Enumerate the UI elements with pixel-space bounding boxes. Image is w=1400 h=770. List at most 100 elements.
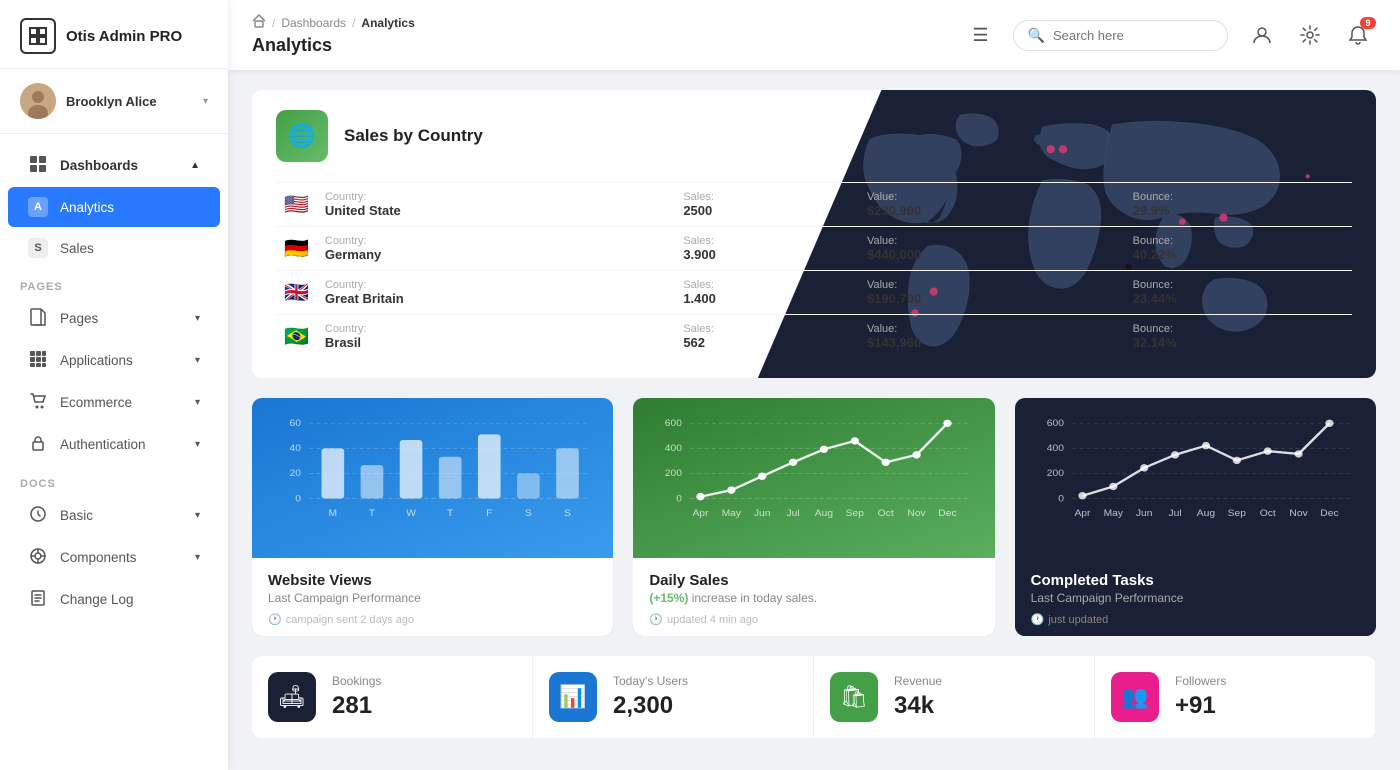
dashboards-label: Dashboards	[60, 158, 138, 173]
sidebar-item-analytics[interactable]: A Analytics	[8, 187, 220, 227]
svg-text:600: 600	[665, 418, 683, 428]
sidebar-item-changelog[interactable]: Change Log	[8, 579, 220, 620]
breadcrumb-sep-1: /	[272, 16, 275, 30]
components-chevron: ▾	[195, 552, 200, 563]
svg-text:60: 60	[289, 418, 301, 428]
svg-text:20: 20	[289, 469, 301, 479]
flag-cell: 🇬🇧	[276, 271, 317, 315]
svg-text:Nov: Nov	[908, 509, 926, 519]
svg-text:600: 600	[1046, 418, 1064, 428]
table-row: 🇬🇧 Country: Great Britain Sales: 1.400 V…	[276, 271, 1352, 315]
basic-chevron: ▾	[195, 510, 200, 521]
stat-icon-cell: 🛍	[814, 656, 894, 738]
value-cell: Value: $143,960	[859, 315, 1125, 359]
svg-text:Oct: Oct	[1259, 509, 1275, 519]
avatar	[20, 83, 56, 119]
sidebar-item-sales[interactable]: S Sales	[8, 228, 220, 268]
stat-icon: 📊	[549, 672, 597, 722]
basic-icon	[28, 505, 48, 526]
hamburger-button[interactable]: ☰	[964, 21, 996, 50]
svg-text:S: S	[525, 509, 532, 519]
svg-text:Oct: Oct	[878, 509, 894, 519]
sidebar: Otis Admin PRO Brooklyn Alice ▾ Dashboar	[0, 0, 228, 770]
sidebar-item-components[interactable]: Components ▾	[8, 537, 220, 578]
value-cell: Value: $230,900	[859, 183, 1125, 227]
svg-text:0: 0	[1058, 494, 1064, 504]
svg-text:T: T	[447, 509, 453, 519]
ecommerce-label: Ecommerce	[60, 395, 132, 410]
applications-label: Applications	[60, 353, 133, 368]
svg-text:May: May	[722, 509, 742, 519]
pages-chevron: ▾	[195, 313, 200, 324]
country-cell: Country: Great Britain	[317, 271, 675, 315]
stat-value: 34k	[894, 692, 1078, 720]
svg-text:Nov: Nov	[1289, 509, 1307, 519]
globe-icon: 🌐	[276, 110, 328, 162]
country-cell: Country: United State	[317, 183, 675, 227]
completed-tasks-title: Completed Tasks	[1031, 572, 1360, 589]
svg-text:200: 200	[1046, 469, 1064, 479]
svg-text:Aug: Aug	[815, 509, 833, 519]
sidebar-item-ecommerce[interactable]: Ecommerce ▾	[8, 382, 220, 423]
svg-text:Aug: Aug	[1196, 509, 1214, 519]
sales-left-panel: 🌐 Sales by Country 🇺🇸 Country: United St…	[252, 90, 1376, 378]
header-icons: 9	[1244, 17, 1376, 53]
sales-by-country-card: 🌐 Sales by Country 🇺🇸 Country: United St…	[252, 90, 1376, 378]
stat-content: Revenue 34k	[894, 656, 1095, 738]
analytics-letter: A	[28, 197, 48, 217]
sales-letter: S	[28, 238, 48, 258]
sidebar-item-dashboards[interactable]: Dashboards ▲	[8, 145, 220, 186]
country-table: 🇺🇸 Country: United State Sales: 2500 Val…	[276, 182, 1352, 358]
logo-text: Otis Admin PRO	[66, 28, 182, 45]
completed-tasks-footer: 🕐 just updated	[1031, 613, 1360, 626]
user-name: Brooklyn Alice	[66, 94, 193, 109]
components-label: Components	[60, 550, 137, 565]
breadcrumb-analytics: Analytics	[361, 16, 414, 30]
pages-label: Pages	[60, 311, 98, 326]
sales-cell: Sales: 1.400	[675, 271, 859, 315]
value-cell: Value: $440,000	[859, 227, 1125, 271]
daily-sales-card: 600 400 200 0	[633, 398, 994, 636]
sidebar-item-applications[interactable]: Applications ▾	[8, 340, 220, 381]
ecommerce-chevron: ▾	[195, 397, 200, 408]
daily-sales-footer: 🕐 updated 4 min ago	[649, 613, 978, 626]
analytics-label: Analytics	[60, 200, 114, 215]
changelog-icon	[28, 589, 48, 610]
stat-icon-cell: 👥	[1095, 656, 1175, 738]
logo-icon	[20, 18, 56, 54]
daily-sales-title: Daily Sales	[649, 572, 978, 589]
breadcrumb-dashboards[interactable]: Dashboards	[281, 16, 346, 30]
stat-value: 281	[332, 692, 516, 720]
stat-label: Today's Users	[613, 674, 797, 688]
table-row: 🇺🇸 Country: United State Sales: 2500 Val…	[276, 183, 1352, 227]
svg-text:Jun: Jun	[754, 509, 771, 519]
breadcrumb-block: / Dashboards / Analytics Analytics	[252, 14, 948, 56]
country-cell: Country: Brasil	[317, 315, 675, 359]
table-row: 🇧🇷 Country: Brasil Sales: 562 Value: $14…	[276, 315, 1352, 359]
sidebar-item-basic[interactable]: Basic ▾	[8, 495, 220, 536]
stat-value: 2,300	[613, 692, 797, 720]
sidebar-item-authentication[interactable]: Authentication ▾	[8, 424, 220, 465]
sidebar-item-pages[interactable]: Pages ▾	[8, 298, 220, 339]
daily-sales-subtitle: (+15%) increase in today sales.	[649, 591, 978, 605]
stat-icon-cell: 📊	[533, 656, 613, 738]
authentication-icon	[28, 434, 48, 455]
notification-button[interactable]: 9	[1340, 17, 1376, 53]
search-input[interactable]	[1053, 28, 1213, 43]
svg-text:Apr: Apr	[693, 509, 710, 519]
bounce-cell: Bounce: 32.14%	[1125, 315, 1352, 359]
sales-label: Sales	[60, 241, 94, 256]
settings-button[interactable]	[1292, 17, 1328, 53]
charts-row: 60 40 20 0 M T	[252, 398, 1376, 636]
docs-section-label: DOCS	[0, 466, 228, 494]
table-row: 🇩🇪 Country: Germany Sales: 3.900 Value: …	[276, 227, 1352, 271]
stat-icon: 🛍	[830, 672, 878, 722]
svg-text:200: 200	[665, 469, 683, 479]
stat-label: Followers	[1175, 674, 1359, 688]
bounce-cell: Bounce: 23.44%	[1125, 271, 1352, 315]
sidebar-user[interactable]: Brooklyn Alice ▾	[0, 69, 228, 134]
svg-text:May: May	[1103, 509, 1123, 519]
applications-chevron: ▾	[195, 355, 200, 366]
user-profile-button[interactable]	[1244, 17, 1280, 53]
home-icon	[252, 14, 266, 31]
